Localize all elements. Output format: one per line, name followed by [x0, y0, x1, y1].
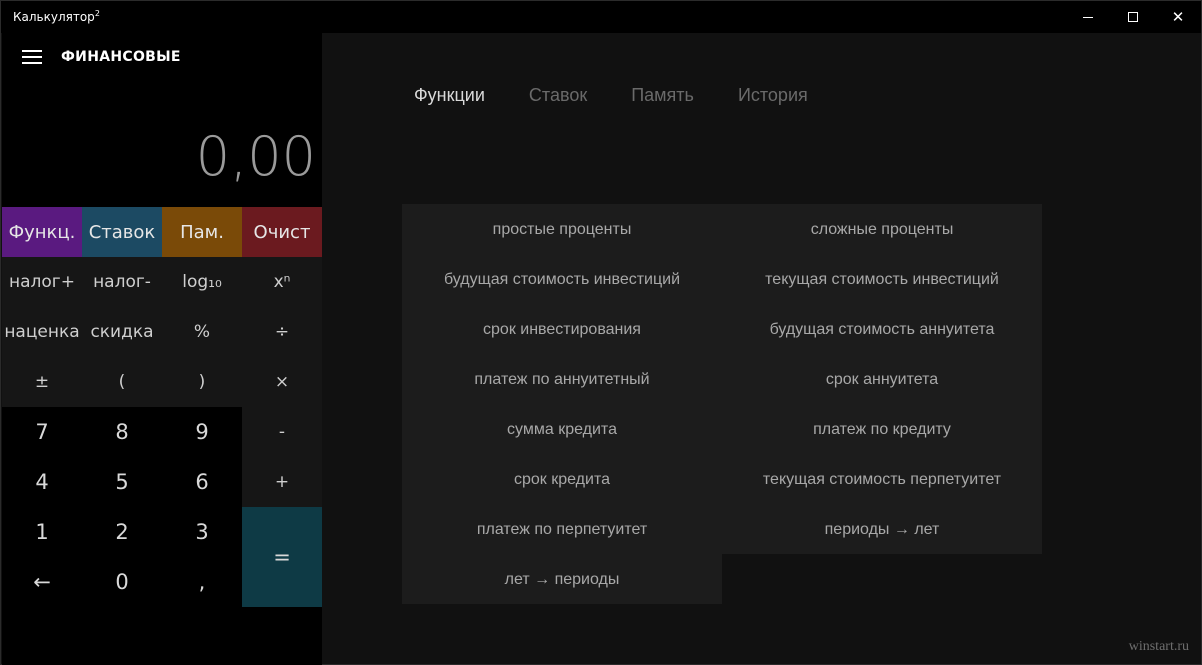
percent-key[interactable]: %	[162, 307, 242, 357]
power-key[interactable]: xⁿ	[242, 257, 322, 307]
fn-compound-interest[interactable]: сложные проценты	[722, 205, 1042, 255]
close-paren-key[interactable]: )	[162, 357, 242, 407]
result-display: 0,00	[195, 125, 316, 188]
functions-key[interactable]: Функц.	[2, 207, 82, 257]
fn-future-value-annuity[interactable]: будущая стоимость аннуитета	[722, 305, 1042, 355]
fn-annuity-payment[interactable]: платеж по аннуитетный	[402, 355, 722, 405]
keypad: Функц. Ставок Пам. Очист налог+ налог- l…	[2, 207, 322, 607]
log10-key[interactable]: log₁₀	[162, 257, 242, 307]
backspace-key[interactable]: ←	[2, 557, 82, 607]
digit-0-key[interactable]: 0	[82, 557, 162, 607]
sign-key[interactable]: ±	[2, 357, 82, 407]
memory-key[interactable]: Пам.	[162, 207, 242, 257]
rates-key[interactable]: Ставок	[82, 207, 162, 257]
calculator-pane: ФИНАНСОВЫЕ 0,00 Функц. Ставок Пам. Очист…	[2, 33, 322, 665]
fn-future-value-investment[interactable]: будущая стоимость инвестиций	[402, 255, 722, 305]
digit-6-key[interactable]: 6	[162, 457, 242, 507]
fn-loan-payment[interactable]: платеж по кредиту	[722, 405, 1042, 455]
minimize-icon	[1083, 16, 1093, 18]
close-button[interactable]: ✕	[1155, 1, 1201, 33]
fn-present-value-perpetuity[interactable]: текущая стоимость перпетуитет	[722, 455, 1042, 505]
digit-2-key[interactable]: 2	[82, 507, 162, 557]
open-paren-key[interactable]: (	[82, 357, 162, 407]
close-icon: ✕	[1171, 8, 1185, 26]
tab-rates[interactable]: Ставок	[529, 85, 587, 106]
digit-1-key[interactable]: 1	[2, 507, 82, 557]
minus-key[interactable]: -	[242, 407, 322, 457]
plus-key[interactable]: +	[242, 457, 322, 507]
mode-title: ФИНАНСОВЫЕ	[61, 49, 181, 65]
hamburger-menu-icon[interactable]	[22, 50, 42, 64]
decimal-key[interactable]: ,	[162, 557, 242, 607]
digit-9-key[interactable]: 9	[162, 407, 242, 457]
maximize-button[interactable]	[1110, 1, 1156, 33]
window-title: Калькулятор2	[13, 9, 100, 24]
fn-loan-amount[interactable]: сумма кредита	[402, 405, 722, 455]
digit-5-key[interactable]: 5	[82, 457, 162, 507]
digit-4-key[interactable]: 4	[2, 457, 82, 507]
minimize-button[interactable]	[1065, 1, 1111, 33]
tab-bar: Функции Ставок Память История	[414, 85, 852, 106]
tab-memory[interactable]: Память	[631, 85, 694, 106]
equals-key[interactable]: =	[242, 507, 322, 607]
digit-7-key[interactable]: 7	[2, 407, 82, 457]
digit-8-key[interactable]: 8	[82, 407, 162, 457]
tax-minus-key[interactable]: налог-	[82, 257, 162, 307]
tab-functions[interactable]: Функции	[414, 85, 485, 106]
discount-key[interactable]: скидка	[82, 307, 162, 357]
fn-perpetuity-payment[interactable]: платеж по перпетуитет	[402, 505, 722, 555]
multiply-key[interactable]: ×	[242, 357, 322, 407]
fn-loan-term[interactable]: срок кредита	[402, 455, 722, 505]
tab-history[interactable]: История	[738, 85, 808, 106]
clear-key[interactable]: Очист	[242, 207, 322, 257]
tax-plus-key[interactable]: налог+	[2, 257, 82, 307]
fn-present-value-investment[interactable]: текущая стоимость инвестиций	[722, 255, 1042, 305]
fn-annuity-term[interactable]: срок аннуитета	[722, 355, 1042, 405]
fn-simple-interest[interactable]: простые проценты	[402, 205, 722, 255]
markup-key[interactable]: наценка	[2, 307, 82, 357]
fn-periods-to-years[interactable]: периоды → лет	[722, 505, 1042, 555]
fn-investment-term[interactable]: срок инвестирования	[402, 305, 722, 355]
divide-key[interactable]: ÷	[242, 307, 322, 357]
fn-years-to-periods[interactable]: лет → периоды	[402, 555, 722, 605]
app-window: Калькулятор2 ✕ ФИНАНСОВЫЕ 0,00 Функц. Ст…	[0, 0, 1202, 665]
watermark: winstart.ru	[1128, 639, 1189, 654]
digit-3-key[interactable]: 3	[162, 507, 242, 557]
title-bar: Калькулятор2 ✕	[1, 1, 1201, 33]
maximize-icon	[1128, 12, 1138, 22]
